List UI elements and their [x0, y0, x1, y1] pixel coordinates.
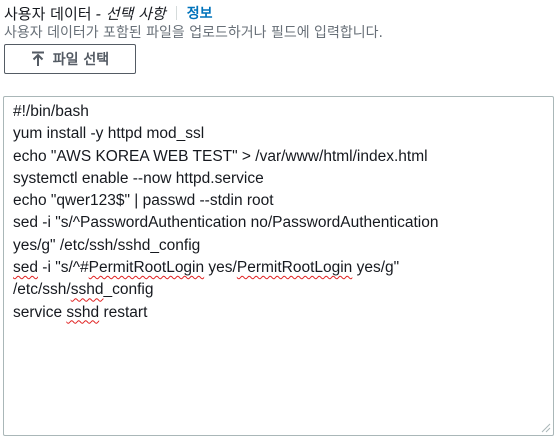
choose-file-button[interactable]: 파일 선택: [4, 44, 136, 74]
code-segment: #!/bin/bash: [13, 103, 89, 120]
code-segment: sed: [13, 259, 38, 277]
field-description: 사용자 데이터가 포함된 파일을 업로드하거나 필드에 입력합니다.: [4, 25, 383, 41]
code-line: sed -i "s/^PasswordAuthentication no/Pas…: [13, 212, 544, 234]
code-segment: yes/g" /etc/ssh/sshd_config: [13, 236, 201, 254]
code-segment: echo "qwer123$" | passwd --stdin root: [13, 192, 274, 210]
code-segment: systemctl enable --now httpd.service: [13, 169, 264, 187]
divider: [175, 6, 177, 20]
code-segment: yum install -y httpd mod_ssl: [13, 125, 205, 143]
code-line: yum install -y httpd mod_ssl: [13, 123, 544, 145]
code-segment: yes/: [204, 259, 237, 277]
field-label: 사용자 데이터: [4, 4, 92, 23]
resize-handle-icon[interactable]: [541, 423, 551, 433]
code-line: echo "AWS KOREA WEB TEST" > /var/www/htm…: [13, 146, 544, 168]
code-segment: _config: [103, 281, 154, 299]
code-segment: yes/g": [352, 259, 400, 277]
code-segment: echo "AWS KOREA WEB TEST" > /var/www/htm…: [13, 147, 428, 165]
code-segment: /etc/ssh/: [13, 281, 71, 299]
user-data-field: 사용자 데이터 - 선택 사항 정보 사용자 데이터가 포함된 파일을 업로드하…: [0, 0, 556, 438]
code-line: echo "qwer123$" | passwd --stdin root: [13, 190, 544, 212]
field-header: 사용자 데이터 - 선택 사항 정보: [4, 2, 213, 24]
code-segment: PermitRootLogin: [236, 259, 353, 277]
code-line: service sshd restart: [13, 302, 544, 324]
code-segment: sed -i "s/^PasswordAuthentication no/Pas…: [13, 214, 439, 232]
choose-file-label: 파일 선택: [52, 52, 110, 68]
code-segment: service: [13, 303, 67, 321]
code-line: yes/g" /etc/ssh/sshd_config: [13, 235, 544, 257]
code-line: systemctl enable --now httpd.service: [13, 168, 544, 190]
code-line: /etc/ssh/sshd_config: [13, 279, 544, 301]
user-data-textarea[interactable]: #!/bin/bash yum install -y httpd mod_ssle…: [3, 96, 554, 436]
code-segment: -i "s/^#: [38, 259, 89, 277]
code-segment: restart: [99, 303, 148, 321]
optional-indicator: - 선택 사항: [95, 4, 166, 23]
code-line: sed -i "s/^#PermitRootLogin yes/PermitRo…: [13, 257, 544, 279]
user-data-content: #!/bin/bash yum install -y httpd mod_ssle…: [13, 101, 544, 324]
code-line: #!/bin/bash: [13, 101, 544, 123]
upload-icon: [31, 51, 45, 67]
code-segment: PermitRootLogin: [88, 259, 205, 277]
code-segment: sshd: [70, 281, 104, 299]
code-segment: sshd: [66, 303, 100, 321]
info-link[interactable]: 정보: [187, 3, 213, 23]
